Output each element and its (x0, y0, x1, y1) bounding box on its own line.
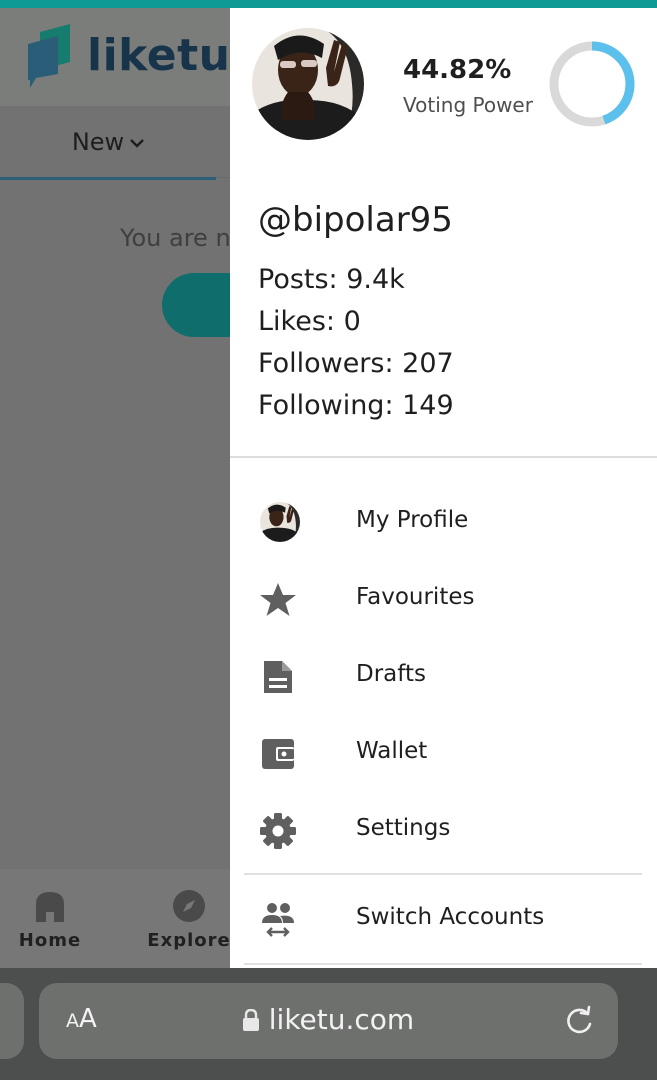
stat-likes: Likes: 0 (258, 306, 361, 337)
menu-favourites[interactable]: Favourites (230, 567, 657, 631)
reload-icon[interactable] (564, 1004, 594, 1036)
url-display[interactable]: liketu.com (0, 1003, 657, 1036)
chevron-down-icon (130, 139, 145, 148)
menu-my-profile-label: My Profile (356, 507, 469, 533)
nav-home[interactable]: Home (0, 888, 100, 951)
menu-settings-label: Settings (356, 815, 451, 841)
voting-power-value: 44.82% (403, 55, 512, 85)
app-logo-text[interactable]: liketu (87, 30, 230, 81)
url-text: liketu.com (268, 1003, 415, 1036)
menu-divider-bottom (244, 963, 642, 965)
active-tab-underline (0, 177, 216, 180)
star-icon (260, 583, 296, 616)
avatar-image (252, 28, 364, 140)
voting-power-label: Voting Power (403, 93, 533, 117)
menu-drafts[interactable]: Drafts (230, 644, 657, 708)
compass-icon (173, 890, 205, 922)
drawer-divider (230, 456, 657, 458)
avatar-icon (260, 502, 300, 542)
home-icon (36, 892, 64, 922)
menu-my-profile[interactable]: My Profile (230, 490, 657, 554)
profile-avatar[interactable] (252, 28, 364, 140)
username: @bipolar95 (258, 200, 453, 240)
menu-wallet[interactable]: Wallet (230, 721, 657, 785)
menu-settings[interactable]: Settings (230, 798, 657, 862)
menu-switch-accounts-label: Switch Accounts (356, 904, 545, 930)
notice-text: You are n (120, 224, 231, 252)
nav-home-label: Home (18, 930, 82, 951)
nav-explore-label: Explore (147, 930, 231, 951)
menu-drafts-label: Drafts (356, 661, 426, 687)
top-accent-strip (0, 0, 657, 8)
menu-switch-accounts[interactable]: Switch Accounts (230, 887, 657, 951)
voting-power-ring (549, 41, 635, 127)
document-icon (264, 661, 292, 693)
tab-new-label: New (71, 128, 125, 156)
nav-explore[interactable]: Explore (139, 888, 239, 951)
lock-icon (242, 1009, 259, 1031)
tab-new[interactable]: New (0, 128, 216, 156)
menu-divider (244, 873, 642, 875)
liketu-logo-icon[interactable] (26, 22, 74, 88)
switch-accounts-icon (262, 903, 294, 937)
menu-wallet-label: Wallet (356, 738, 428, 764)
stat-following: Following: 149 (258, 390, 454, 421)
gear-icon (260, 813, 296, 849)
wallet-icon (262, 739, 294, 769)
side-drawer: 44.82% Voting Power @bipolar95 Posts: 9.… (230, 8, 657, 968)
stat-followers: Followers: 207 (258, 348, 454, 379)
menu-favourites-label: Favourites (356, 584, 475, 610)
stat-posts: Posts: 9.4k (258, 264, 405, 295)
